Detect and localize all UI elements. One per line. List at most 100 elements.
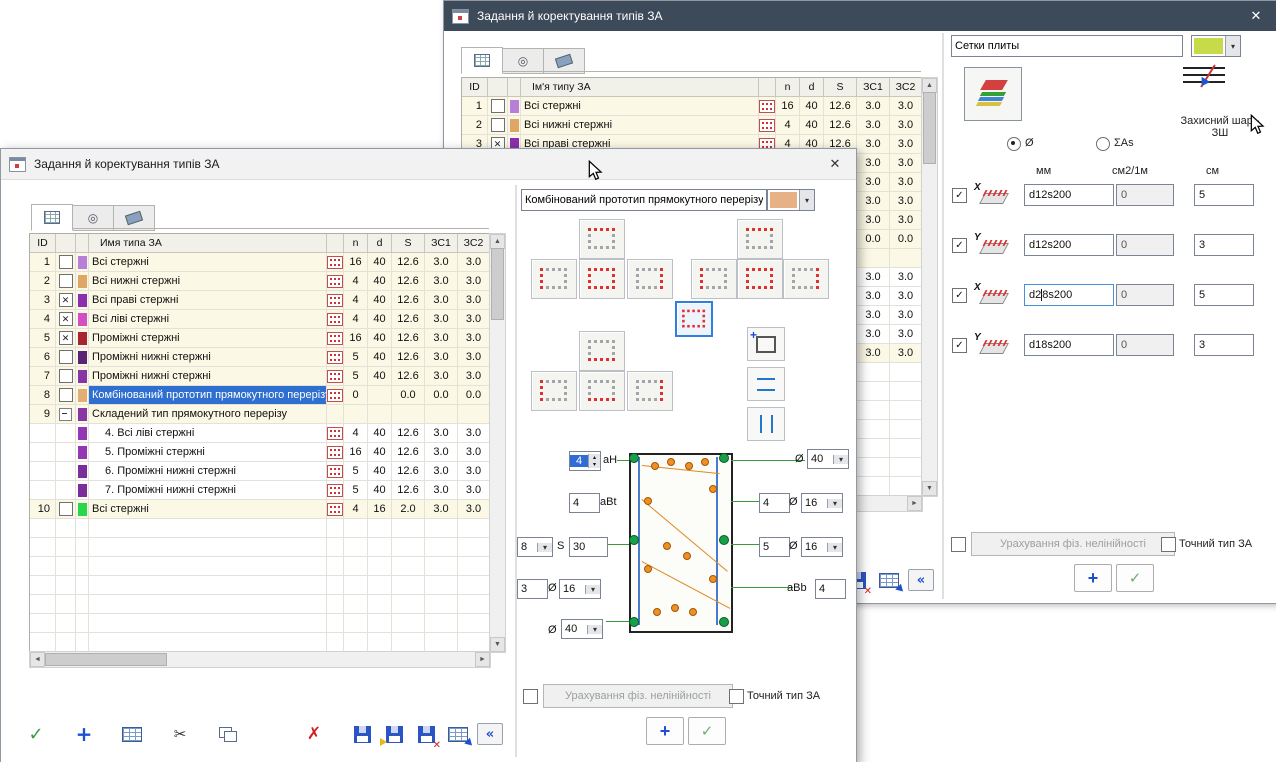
protective-layer-icon[interactable] — [1181, 61, 1231, 101]
exact-type-checkbox[interactable] — [729, 689, 744, 704]
type-row[interactable]: 8Комбінований прототип прямокутного пере… — [30, 386, 490, 405]
type-row[interactable]: 2Всі нижні стержні44012.63.03.0 — [462, 116, 922, 135]
type-checkbox[interactable]: ✕ — [59, 331, 73, 345]
chevron-down-icon[interactable] — [585, 585, 600, 594]
type-name-cell[interactable]: Проміжні нижні стержні — [89, 367, 327, 386]
vertical-bars-button[interactable] — [747, 407, 785, 441]
prototype-name-input[interactable] — [521, 189, 767, 211]
pattern-bottom-right-bars-button[interactable] — [627, 371, 673, 411]
type-name-cell[interactable]: 6. Проміжні нижні стержні — [89, 462, 327, 481]
frame-add-button[interactable] — [747, 327, 785, 361]
mesh-notation-field[interactable]: d12s200 — [1024, 184, 1114, 206]
type-checkbox[interactable] — [491, 118, 505, 132]
type-name-cell[interactable]: Всі ліві стержні — [89, 310, 327, 329]
mesh-notation-field[interactable]: d12s200 — [1024, 234, 1114, 256]
window-titlebar[interactable]: Задання й коректування типів ЗА ✕ — [1, 149, 856, 180]
toolbar-add-button[interactable]: + — [71, 721, 97, 747]
chevron-down-icon[interactable] — [799, 190, 814, 210]
toolbar-cut-button[interactable]: ✂ — [167, 721, 193, 747]
tree-collapse-icon[interactable] — [59, 408, 72, 421]
nonlinearity-checkbox[interactable] — [523, 689, 538, 704]
nonlinearity-button[interactable]: Урахування фіз. нелінійності — [971, 532, 1175, 556]
mesh-notation-field[interactable]: d28s200 — [1024, 284, 1114, 306]
add-button[interactable]: + — [1074, 564, 1112, 592]
type-checkbox[interactable] — [59, 274, 73, 288]
mesh-row-checkbox[interactable]: ✓ — [952, 188, 967, 203]
tab-types[interactable] — [31, 204, 73, 231]
s-value-field[interactable]: 30 — [569, 537, 608, 557]
type-name-cell[interactable]: Всі стержні — [89, 253, 327, 272]
toolbar-copy-button[interactable] — [215, 721, 241, 747]
scroll-right-icon[interactable]: ► — [907, 496, 922, 511]
type-name-cell[interactable]: 5. Проміжні стержні — [89, 443, 327, 462]
left-count-field[interactable]: 3 — [517, 579, 548, 599]
type-row[interactable]: 4. Всі ліві стержні44012.63.03.0 — [30, 424, 490, 443]
pattern-bottom-bars-button[interactable] — [579, 371, 625, 411]
close-icon[interactable]: ✕ — [1235, 1, 1276, 31]
low-diameter-select[interactable]: 16 — [801, 537, 843, 557]
mesh-notation-field[interactable]: d18s200 — [1024, 334, 1114, 356]
prototype-color-select[interactable] — [767, 189, 815, 211]
type-checkbox[interactable] — [491, 99, 505, 113]
pattern-bottom-single-button[interactable] — [579, 331, 625, 371]
toolbar-export-button[interactable] — [445, 721, 471, 747]
chevron-down-icon[interactable] — [1225, 36, 1240, 56]
type-checkbox[interactable] — [59, 350, 73, 364]
right-diameter-select[interactable]: 40 — [807, 449, 849, 469]
type-row[interactable]: 10Всі стержні4162.03.03.0 — [30, 500, 490, 519]
type-checkbox[interactable] — [59, 369, 73, 383]
type-checkbox[interactable] — [59, 255, 73, 269]
type-row[interactable]: 7Проміжні нижні стержні54012.63.03.0 — [30, 367, 490, 386]
scroll-down-icon[interactable]: ▼ — [922, 481, 937, 496]
s-count-select[interactable]: 8 — [517, 537, 553, 557]
pattern-bottom-left-bars-button[interactable] — [531, 371, 577, 411]
type-checkbox[interactable]: ✕ — [59, 293, 73, 307]
scroll-right-icon[interactable]: ► — [475, 652, 490, 667]
add-button[interactable]: + — [646, 717, 684, 745]
type-name-cell[interactable]: Комбінований прототип прямокутного перер… — [89, 386, 327, 405]
chevron-down-icon[interactable] — [827, 499, 842, 508]
mid-diameter-select[interactable]: 16 — [801, 493, 843, 513]
type-row[interactable]: 6. Проміжні нижні стержні54012.63.03.0 — [30, 462, 490, 481]
scroll-up-icon[interactable]: ▲ — [922, 78, 937, 93]
type-row[interactable]: 1Всі стержні164012.63.03.0 — [30, 253, 490, 272]
pattern-left-bars-button[interactable] — [531, 259, 577, 299]
window-titlebar[interactable]: Задання й коректування типів ЗА ✕ — [444, 1, 1276, 31]
close-icon[interactable]: ✕ — [814, 149, 856, 179]
tab-types[interactable] — [461, 47, 503, 74]
type-row[interactable]: 9Складений тип прямокутного перерізу — [30, 405, 490, 424]
type-name-cell[interactable]: 4. Всі ліві стержні — [89, 424, 327, 443]
type-name-cell[interactable]: Складений тип прямокутного перерізу — [89, 405, 327, 424]
aBt-field[interactable]: 4 — [569, 493, 600, 513]
pattern-top-bars-button[interactable] — [579, 219, 625, 259]
type-row[interactable]: 5. Проміжні стержні164012.63.03.0 — [30, 443, 490, 462]
toolbar-save-import-button[interactable] — [381, 721, 407, 747]
toolbar-save-button[interactable] — [349, 721, 375, 747]
vscrollbar[interactable]: ▲ ▼ — [921, 77, 938, 497]
apply-button[interactable]: ✓ — [688, 717, 726, 745]
vscrollbar[interactable]: ▲ ▼ — [489, 233, 506, 653]
toolbar-apply-button[interactable]: ✓ — [23, 721, 49, 747]
mesh-cover-field[interactable]: 3 — [1194, 234, 1254, 256]
toolbar-collapse-button[interactable]: « — [477, 721, 503, 747]
area-radio[interactable] — [1096, 137, 1110, 151]
mesh-row-checkbox[interactable]: ✓ — [952, 238, 967, 253]
type-name-cell[interactable]: Всі праві стержні — [89, 291, 327, 310]
pattern-right-bars-button[interactable] — [627, 259, 673, 299]
apply-button[interactable]: ✓ — [1116, 564, 1154, 592]
type-row[interactable]: 6Проміжні нижні стержні54012.63.03.0 — [30, 348, 490, 367]
mesh-color-select[interactable] — [1191, 35, 1241, 57]
mesh-cover-field[interactable]: 5 — [1194, 184, 1254, 206]
type-row[interactable]: 3✕Всі праві стержні44012.63.03.0 — [30, 291, 490, 310]
type-name-cell[interactable]: Проміжні стержні — [89, 329, 327, 348]
type-name-cell[interactable]: Всі нижні стержні — [521, 116, 759, 135]
mid-count-field[interactable]: 4 — [759, 493, 790, 513]
pattern-top-bars-alt-button[interactable] — [737, 219, 783, 259]
type-name-cell[interactable]: Всі нижні стержні — [89, 272, 327, 291]
spinner-arrows[interactable] — [588, 454, 600, 468]
diameter-radio[interactable] — [1007, 137, 1021, 151]
mesh-cover-field[interactable]: 5 — [1194, 284, 1254, 306]
type-checkbox[interactable] — [59, 502, 73, 516]
bottom-diameter-select[interactable]: 40 — [561, 619, 603, 639]
scroll-thumb[interactable] — [923, 92, 936, 164]
